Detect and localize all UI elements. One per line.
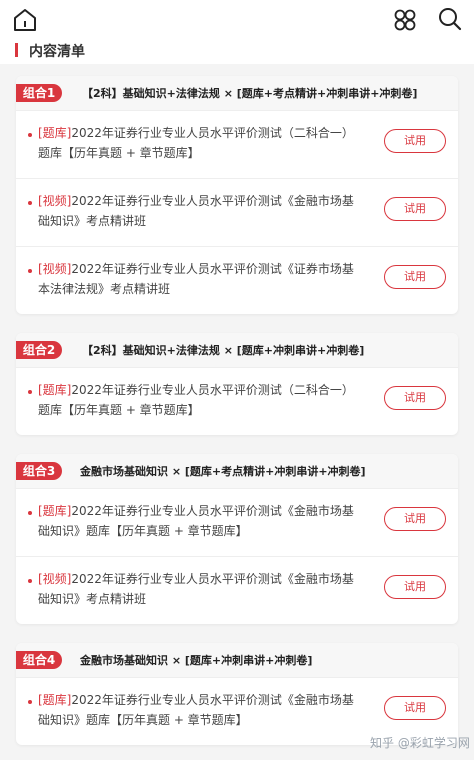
trial-button[interactable]: 试用 <box>384 696 446 720</box>
item-type-tag: [题库] <box>38 126 72 140</box>
group-card: 组合1 【2科】基础知识+法律法规 × [题库+考点精讲+冲刺串讲+冲刺卷] [题库… <box>16 76 458 314</box>
top-toolbar <box>0 0 474 40</box>
trial-button[interactable]: 试用 <box>384 265 446 289</box>
group-title: 金融市场基础知识 × [题库+考点精讲+冲刺串讲+冲刺卷] <box>80 465 366 478</box>
item-type-tag: [题库] <box>38 693 72 707</box>
item-title: 2022年证券行业专业人员水平评价测试《金融市场基础知识》考点精讲班 <box>38 572 354 606</box>
item-type-tag: [视频] <box>38 262 72 276</box>
item-type-tag: [视频] <box>38 194 72 208</box>
item-title: 2022年证券行业专业人员水平评价测试《金融市场基础知识》题库【历年真题 + 章… <box>38 504 354 538</box>
group-badge: 组合4 <box>16 651 62 669</box>
group-card: 组合4 金融市场基础知识 × [题库+冲刺串讲+冲刺卷] [题库]2022年证券行业… <box>16 643 458 745</box>
group-card-header: 组合2 【2科】基础知识+法律法规 × [题库+冲刺串讲+冲刺卷] <box>16 333 458 367</box>
item-text[interactable]: [题库]2022年证券行业专业人员水平评价测试（二科合一）题库【历年真题 + 章… <box>38 380 364 420</box>
bullet-dot-icon <box>28 201 32 205</box>
item-type-tag: [视频] <box>38 572 72 586</box>
section-accent-bar <box>15 43 18 57</box>
item-title: 2022年证券行业专业人员水平评价测试《证券市场基本法律法规》考点精讲班 <box>38 262 354 296</box>
trial-button[interactable]: 试用 <box>384 575 446 599</box>
item-text[interactable]: [视频]2022年证券行业专业人员水平评价测试《金融市场基础知识》考点精讲班 <box>38 191 364 231</box>
item-type-tag: [题库] <box>38 383 72 397</box>
group-title: 【2科】基础知识+法律法规 × [题库+冲刺串讲+冲刺卷] <box>82 344 365 357</box>
bullet-dot-icon <box>28 133 32 137</box>
group-card: 组合3 金融市场基础知识 × [题库+考点精讲+冲刺串讲+冲刺卷] [题库]2022… <box>16 454 458 624</box>
group-card: 组合2 【2科】基础知识+法律法规 × [题库+冲刺串讲+冲刺卷] [题库]2022… <box>16 333 458 435</box>
item-text[interactable]: [视频]2022年证券行业专业人员水平评价测试《金融市场基础知识》考点精讲班 <box>38 569 364 609</box>
item-title: 2022年证券行业专业人员水平评价测试（二科合一）题库【历年真题 + 章节题库】 <box>38 126 354 160</box>
group-card-header: 组合1 【2科】基础知识+法律法规 × [题库+考点精讲+冲刺串讲+冲刺卷] <box>16 76 458 110</box>
item-text[interactable]: [题库]2022年证券行业专业人员水平评价测试（二科合一）题库【历年真题 + 章… <box>38 123 364 163</box>
item-type-tag: [题库] <box>38 504 72 518</box>
trial-button[interactable]: 试用 <box>384 386 446 410</box>
item-text[interactable]: [视频]2022年证券行业专业人员水平评价测试《证券市场基本法律法规》考点精讲班 <box>38 259 364 299</box>
section-title: 内容清单 <box>29 44 85 60</box>
item-text[interactable]: [题库]2022年证券行业专业人员水平评价测试《金融市场基础知识》题库【历年真题… <box>38 690 364 730</box>
group-title: 【2科】基础知识+法律法规 × [题库+考点精讲+冲刺串讲+冲刺卷] <box>82 87 418 100</box>
group-badge: 组合3 <box>16 462 62 480</box>
group-card-header: 组合3 金融市场基础知识 × [题库+考点精讲+冲刺串讲+冲刺卷] <box>16 454 458 488</box>
bullet-dot-icon <box>28 579 32 583</box>
search-icon[interactable] <box>437 6 463 32</box>
apps-icon[interactable] <box>392 7 418 33</box>
group-badge: 组合2 <box>16 341 62 359</box>
bullet-dot-icon <box>28 511 32 515</box>
content-list-header: 内容清单 <box>0 40 474 64</box>
list-item[interactable]: [视频]2022年证券行业专业人员水平评价测试《金融市场基础知识》考点精讲班 试用 <box>16 178 458 246</box>
trial-button[interactable]: 试用 <box>384 129 446 153</box>
group-title: 金融市场基础知识 × [题库+冲刺串讲+冲刺卷] <box>80 654 313 667</box>
list-item[interactable]: [题库]2022年证券行业专业人员水平评价测试（二科合一）题库【历年真题 + 章… <box>16 110 458 178</box>
watermark: 知乎 @彩虹学习网 <box>370 736 470 750</box>
list-item[interactable]: [题库]2022年证券行业专业人员水平评价测试（二科合一）题库【历年真题 + 章… <box>16 367 458 435</box>
group-badge: 组合1 <box>16 84 62 102</box>
bullet-dot-icon <box>28 700 32 704</box>
item-title: 2022年证券行业专业人员水平评价测试（二科合一）题库【历年真题 + 章节题库】 <box>38 383 354 417</box>
trial-button[interactable]: 试用 <box>384 507 446 531</box>
bullet-dot-icon <box>28 390 32 394</box>
bullet-dot-icon <box>28 269 32 273</box>
list-item[interactable]: [题库]2022年证券行业专业人员水平评价测试《金融市场基础知识》题库【历年真题… <box>16 488 458 556</box>
item-title: 2022年证券行业专业人员水平评价测试《金融市场基础知识》题库【历年真题 + 章… <box>38 693 354 727</box>
list-item[interactable]: [视频]2022年证券行业专业人员水平评价测试《金融市场基础知识》考点精讲班 试用 <box>16 556 458 624</box>
home-icon[interactable] <box>12 7 38 33</box>
item-title: 2022年证券行业专业人员水平评价测试《金融市场基础知识》考点精讲班 <box>38 194 354 228</box>
group-card-header: 组合4 金融市场基础知识 × [题库+冲刺串讲+冲刺卷] <box>16 643 458 677</box>
item-text[interactable]: [题库]2022年证券行业专业人员水平评价测试《金融市场基础知识》题库【历年真题… <box>38 501 364 541</box>
trial-button[interactable]: 试用 <box>384 197 446 221</box>
list-item[interactable]: [视频]2022年证券行业专业人员水平评价测试《证券市场基本法律法规》考点精讲班… <box>16 246 458 314</box>
group-list: 组合1 【2科】基础知识+法律法规 × [题库+考点精讲+冲刺串讲+冲刺卷] [题库… <box>0 64 474 745</box>
